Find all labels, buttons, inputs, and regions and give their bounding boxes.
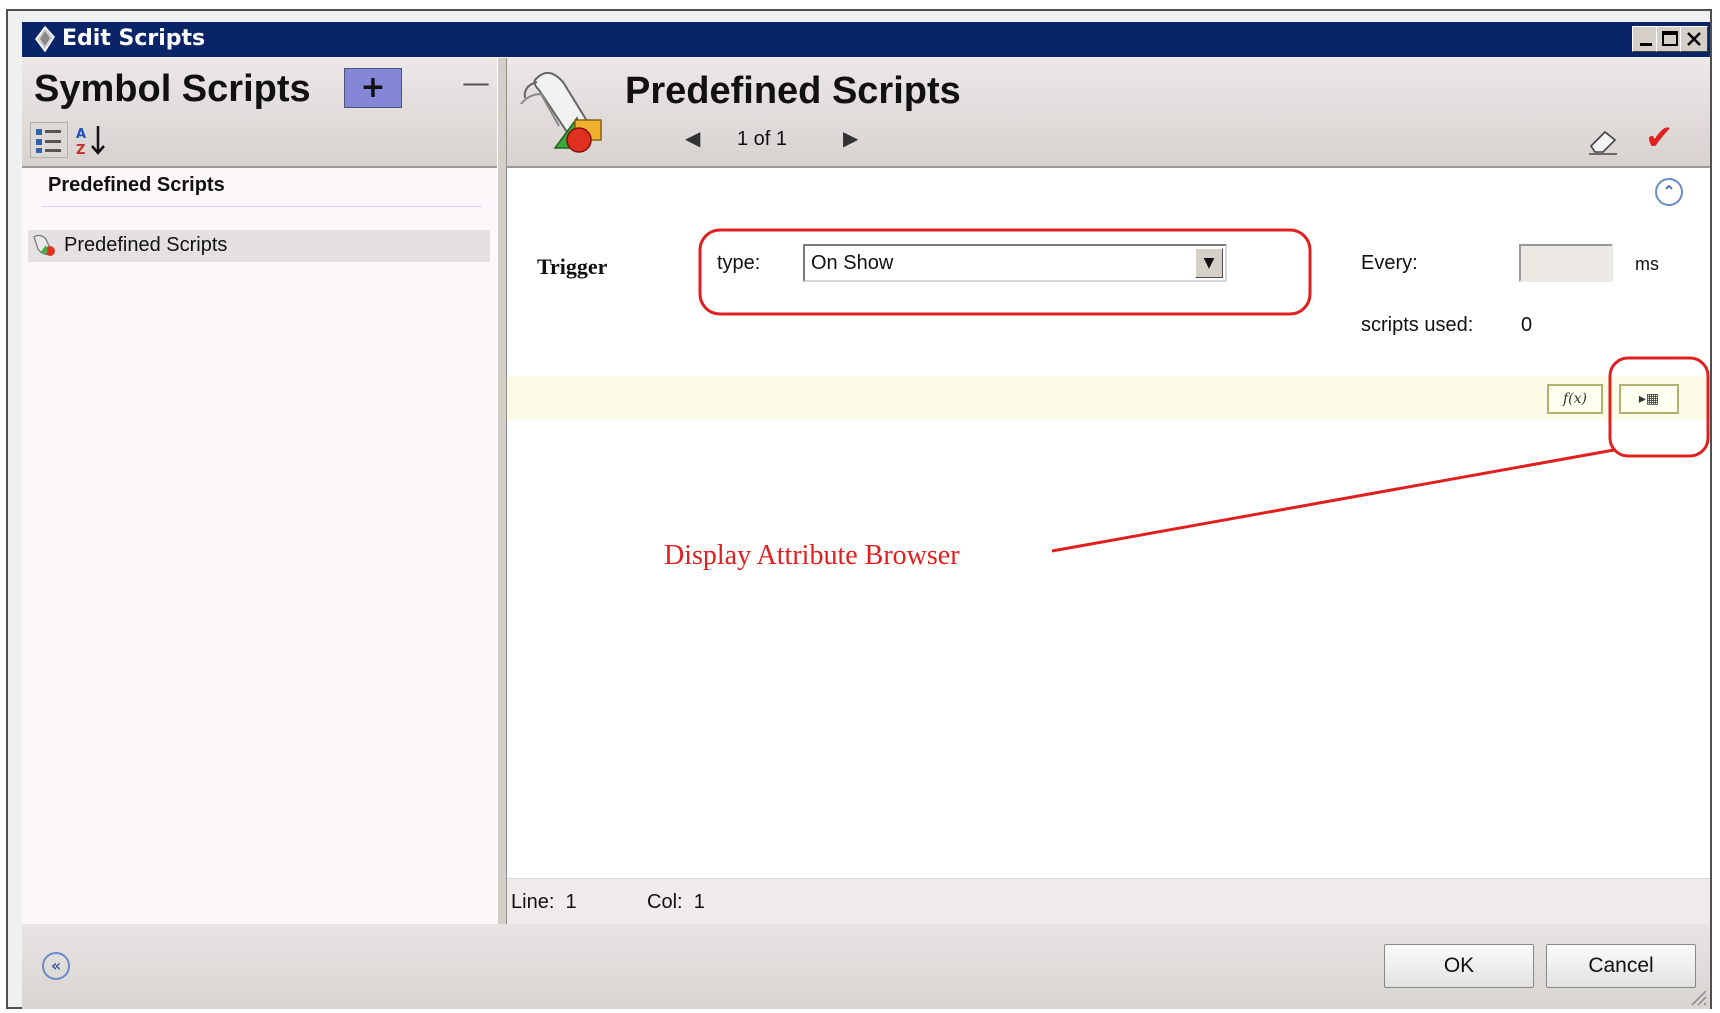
page-indicator: 1 of 1 (737, 128, 788, 150)
function-browser-button[interactable]: f(x) (1547, 384, 1603, 414)
dialog-footer: « OK Cancel (22, 924, 1710, 1009)
expand-left-icon[interactable]: « (42, 952, 70, 980)
section-title: Predefined Scripts (48, 174, 225, 196)
symbol-scripts-header: Symbol Scripts + — A Z (22, 58, 497, 168)
scripts-used-value: 0 (1521, 314, 1533, 336)
chevron-down-icon[interactable]: ▼ (1195, 248, 1223, 278)
type-label: type: (717, 252, 761, 274)
close-button[interactable] (1680, 26, 1708, 52)
svg-text:Z: Z (76, 143, 85, 158)
section-divider (42, 206, 482, 207)
sort-categorized-button[interactable] (30, 122, 68, 158)
line-indicator: Line: 1 (511, 891, 577, 913)
script-text-area[interactable] (507, 420, 1710, 878)
script-editor-panel: Predefined Scripts ◀ 1 of 1 ▶ ✔ ⌃ Trigge… (507, 58, 1710, 924)
tree-item-predefined-scripts[interactable]: Predefined Scripts (28, 230, 490, 262)
trigger-type-select[interactable]: On Show ▼ (803, 244, 1227, 282)
editor-statusbar: Line: 1 Col: 1 (507, 878, 1710, 924)
collapse-up-icon[interactable]: ⌃ (1655, 178, 1683, 206)
close-icon (1687, 32, 1701, 46)
panel-splitter[interactable] (497, 58, 507, 924)
resize-grip-icon[interactable] (1686, 985, 1708, 1007)
script-icon (33, 234, 55, 256)
apply-checkmark-icon[interactable]: ✔ (1645, 118, 1674, 158)
scroll-script-icon (520, 71, 602, 153)
ok-button[interactable]: OK (1384, 944, 1534, 988)
scripts-used-label: scripts used: (1361, 314, 1474, 336)
app-icon (35, 25, 55, 53)
previous-page-button[interactable]: ◀ (685, 126, 700, 150)
cancel-button[interactable]: Cancel (1546, 944, 1696, 988)
script-title: Predefined Scripts (625, 70, 961, 112)
add-script-button[interactable]: + (344, 68, 402, 108)
window-title: Edit Scripts (62, 26, 206, 51)
sort-az-icon: A Z (76, 126, 105, 158)
symbol-scripts-panel: Symbol Scripts + — A Z Predefined Script… (22, 58, 498, 924)
svg-text:A: A (76, 127, 86, 142)
trigger-label: Trigger (537, 254, 608, 279)
every-input[interactable] (1519, 244, 1613, 282)
sort-alphabetical-button[interactable]: A Z (74, 122, 110, 158)
window-titlebar[interactable]: Edit Scripts (22, 22, 1710, 57)
attribute-browser-button[interactable]: ▸▦ (1619, 384, 1679, 414)
ms-label: ms (1635, 254, 1659, 274)
eraser-icon[interactable] (1585, 126, 1621, 156)
tree-item-label: Predefined Scripts (64, 234, 228, 256)
col-indicator: Col: 1 (647, 891, 705, 913)
remove-script-button[interactable]: — (460, 64, 492, 104)
symbol-scripts-title: Symbol Scripts (34, 68, 311, 110)
annotation-label: Display Attribute Browser (664, 540, 960, 571)
categorized-icon (36, 129, 61, 153)
next-page-button[interactable]: ▶ (843, 126, 858, 150)
editor-toolbar (507, 376, 1710, 420)
every-label: Every: (1361, 252, 1418, 274)
script-header: Predefined Scripts ◀ 1 of 1 ▶ ✔ (507, 58, 1710, 168)
trigger-type-value: On Show (811, 252, 894, 274)
